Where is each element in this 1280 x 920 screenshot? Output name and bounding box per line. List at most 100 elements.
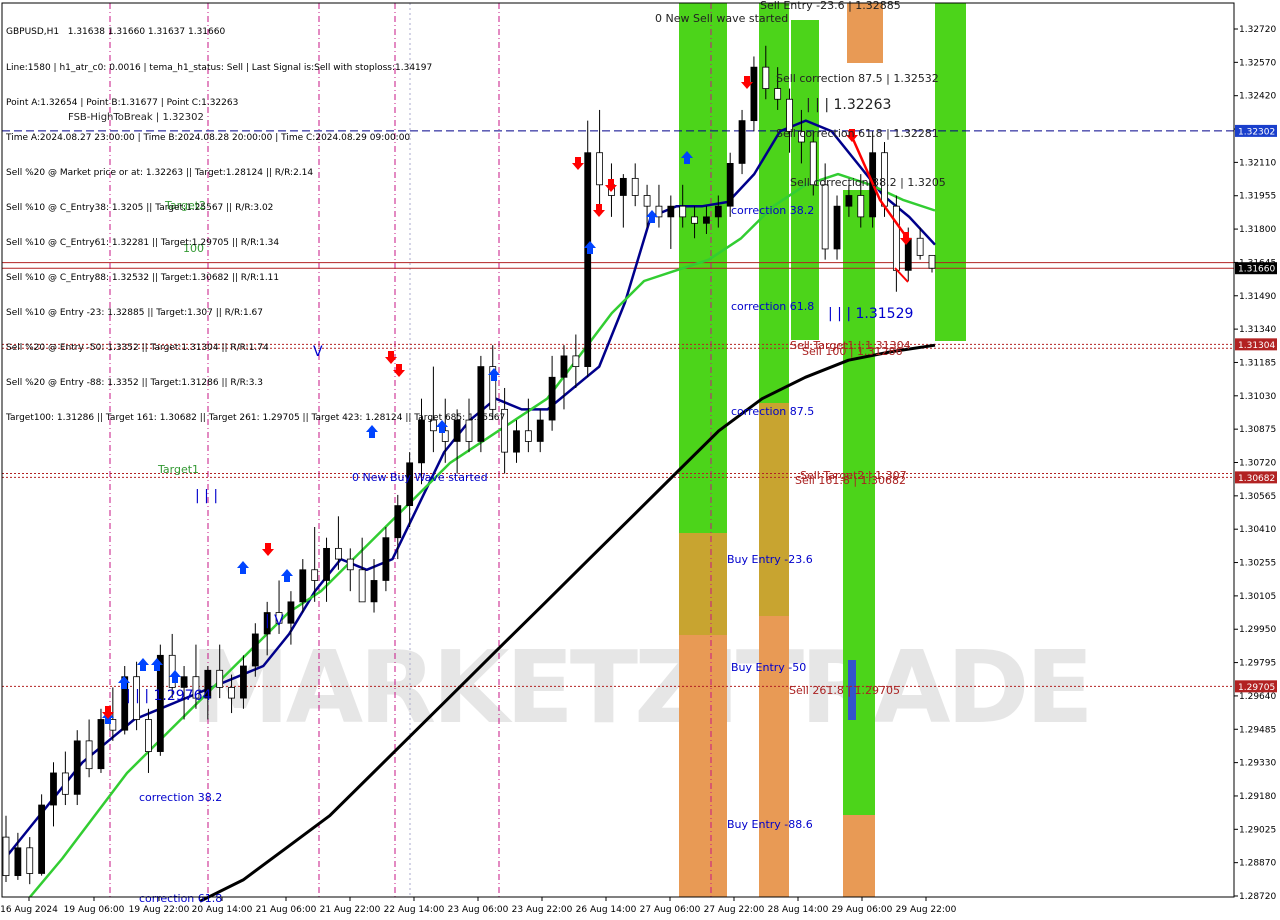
y-axis-tick-label: 1.31955 xyxy=(1239,192,1276,202)
y-axis-tick-label: 1.29795 xyxy=(1239,659,1276,669)
x-axis-tick-label: 29 Aug 22:00 xyxy=(896,905,957,915)
candle-body xyxy=(738,120,746,164)
candle-body xyxy=(311,569,319,581)
info-panel: GBPUSD,H1 1.31638 1.31660 1.31637 1.3166… xyxy=(6,4,505,449)
candle-body xyxy=(216,669,224,688)
candle xyxy=(892,195,900,292)
chart-annotation-label: Sell correction 38.2 | 1.3205 xyxy=(790,176,946,189)
x-axis-tick-label: 27 Aug 22:00 xyxy=(704,905,765,915)
candle xyxy=(85,719,93,778)
x-axis-tick-label: 19 Aug 06:00 xyxy=(64,905,125,915)
candle xyxy=(928,254,936,273)
candle-body xyxy=(584,152,592,367)
sell-arrow-icon xyxy=(605,179,617,192)
candle xyxy=(346,548,354,592)
x-axis-tick-label: 21 Aug 06:00 xyxy=(256,905,317,915)
candle-body xyxy=(596,152,603,186)
y-axis-tick-label: 1.30565 xyxy=(1239,492,1276,502)
price-tag: 1.30682 xyxy=(1235,471,1277,484)
chart-annotation-label: Sell correction 61.8 | 1.32281 xyxy=(776,127,939,140)
chart-annotation-label: | | | 1.32263 xyxy=(806,97,891,113)
y-axis-tick-label: 1.28720 xyxy=(1239,892,1276,902)
candle-body xyxy=(26,847,34,874)
candle xyxy=(619,174,627,228)
candle-body xyxy=(287,601,295,624)
candle-body xyxy=(833,205,841,250)
candle-body xyxy=(619,177,627,196)
signal-zone xyxy=(935,3,966,341)
candle xyxy=(750,56,758,132)
x-axis-tick-label: 22 Aug 14:00 xyxy=(384,905,445,915)
candle-body xyxy=(2,836,10,877)
candle-body xyxy=(536,419,544,442)
candle xyxy=(560,345,568,410)
x-axis-tick-label: 19 Aug 22:00 xyxy=(129,905,190,915)
candle-body xyxy=(358,569,366,603)
candle-body xyxy=(335,547,342,560)
candle xyxy=(38,794,46,876)
candle xyxy=(536,409,544,453)
price-tag: 1.31304 xyxy=(1235,338,1277,351)
chart-annotation-label: correction 61.8 xyxy=(731,300,814,313)
info-line: Sell %20 @ Entry -50: 1.3352 || Target:1… xyxy=(6,343,269,354)
info-line: Target100: 1.31286 || Target 161: 1.3068… xyxy=(6,413,506,424)
watermark-text: MARKETZITRADE xyxy=(190,629,1090,746)
chart-annotation-label: correction 38.2 xyxy=(139,791,222,804)
sell-arrow-icon xyxy=(593,204,605,217)
x-axis-tick-label: 16 Aug 2024 xyxy=(0,905,58,915)
candle-body xyxy=(524,430,532,442)
x-axis-tick-label: 27 Aug 06:00 xyxy=(640,905,701,915)
candle-body xyxy=(38,804,46,874)
chart-annotation-label: Sell Entry -23.6 | 1.32885 xyxy=(760,0,901,12)
candle xyxy=(145,708,152,773)
chart-annotation-label: Sell correction 87.5 | 1.32532 xyxy=(776,72,939,85)
y-axis-tick-label: 1.32720 xyxy=(1239,25,1276,35)
signal-zone xyxy=(759,403,789,616)
candle xyxy=(667,195,675,249)
candle-body xyxy=(240,665,247,699)
candle xyxy=(323,537,330,602)
chart-annotation-label: | | | 1.29764 xyxy=(126,688,211,704)
info-line: Sell %20 @ Market price or at: 1.32263 |… xyxy=(6,167,314,178)
x-axis-tick-label: 26 Aug 14:00 xyxy=(576,905,637,915)
candle-body xyxy=(14,847,22,877)
signal-zone xyxy=(679,635,727,800)
signal-zone xyxy=(843,815,875,897)
candle xyxy=(738,109,746,175)
candle-body xyxy=(145,719,152,752)
candle-body xyxy=(513,430,520,453)
y-axis-tick-label: 1.30720 xyxy=(1239,459,1276,469)
candle-body xyxy=(228,687,235,699)
price-tag: 1.29705 xyxy=(1235,680,1277,693)
candle-body xyxy=(892,205,900,271)
candle-body xyxy=(762,66,770,89)
chart-annotation-label: | V xyxy=(265,613,284,629)
candle xyxy=(97,708,105,773)
candle-body xyxy=(916,237,924,256)
chart-annotation-label: correction 38.2 xyxy=(731,204,814,217)
chart-annotation-label: correction 61.8 xyxy=(139,892,222,905)
candle-body xyxy=(703,216,710,224)
candle-body xyxy=(667,205,675,218)
signal-zone xyxy=(759,840,789,897)
y-axis-tick-label: 1.31490 xyxy=(1239,292,1276,302)
signal-zone xyxy=(843,190,875,475)
chart-annotation-label: Target1 xyxy=(157,463,199,476)
candle-body xyxy=(774,88,782,100)
x-axis-tick-label: 28 Aug 14:00 xyxy=(768,905,829,915)
x-axis-tick-label: 21 Aug 22:00 xyxy=(320,905,381,915)
candle-body xyxy=(928,254,936,269)
info-line: Sell %10 @ Entry -23: 1.32885 || Target:… xyxy=(6,308,264,319)
x-axis-tick-label: 20 Aug 14:00 xyxy=(192,905,253,915)
candle-body xyxy=(299,569,307,603)
candle xyxy=(61,751,69,806)
price-tag-label: 1.31304 xyxy=(1238,341,1275,351)
info-line: Sell %10 @ C_Entry38: 1.3205 || Target:1… xyxy=(6,202,274,213)
candle xyxy=(548,355,556,431)
candle-body xyxy=(691,216,698,224)
candle-body xyxy=(61,772,69,795)
sell-arrow-icon xyxy=(572,157,584,170)
price-tag-label: 1.30682 xyxy=(1238,474,1275,484)
candle-body xyxy=(323,547,330,581)
chart-window: MARKETZITRADE 0 New Sell wave started Sel… xyxy=(0,0,1280,920)
